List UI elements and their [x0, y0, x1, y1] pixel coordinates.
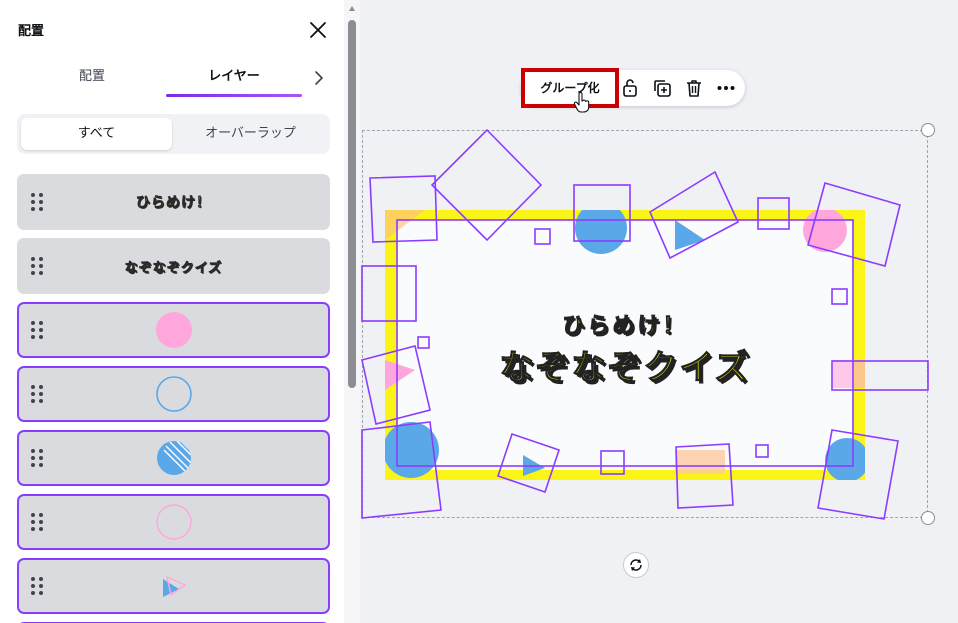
patterned-circle-icon: [156, 441, 191, 475]
layer-text-preview: なぞなぞクイズ: [124, 260, 223, 276]
panel-tabs: 配置 レイヤー: [18, 62, 338, 98]
rotate-handle[interactable]: [623, 552, 649, 578]
layer-item[interactable]: ひらめけ！: [17, 174, 330, 230]
drag-handle-icon[interactable]: [30, 384, 44, 404]
layer-item[interactable]: [17, 494, 330, 550]
drag-handle-icon[interactable]: [30, 192, 44, 212]
layer-thumbnail: [97, 500, 250, 544]
selection-toolbar: グループ化: [521, 68, 745, 108]
layer-item[interactable]: [17, 558, 330, 614]
layer-thumbnail: [97, 372, 250, 416]
design-canvas: ひらめけ！ なぞなぞクイズ: [385, 210, 865, 480]
panel-title: 配置: [18, 24, 45, 39]
duplicate-icon[interactable]: [652, 78, 672, 98]
layer-thumbnail: なぞなぞクイズ: [97, 244, 250, 288]
layer-item[interactable]: なぞなぞクイズ: [17, 238, 330, 294]
rotate-icon: [630, 559, 642, 571]
triangles-icon: [162, 575, 186, 597]
layer-thumbnail: [97, 308, 250, 352]
layer-filter: すべて オーバーラップ: [17, 114, 330, 154]
layer-thumbnail: ひらめけ！: [97, 180, 250, 224]
layer-item[interactable]: [17, 430, 330, 486]
trash-icon[interactable]: [684, 78, 704, 98]
drag-handle-icon[interactable]: [30, 320, 44, 340]
chevron-right-icon[interactable]: [310, 68, 328, 88]
blue-ring-icon: [155, 376, 192, 412]
resize-handle[interactable]: [921, 123, 935, 137]
more-icon[interactable]: [716, 78, 736, 98]
layer-item[interactable]: [17, 366, 330, 422]
resize-handle[interactable]: [921, 511, 935, 525]
filter-all[interactable]: すべて: [21, 118, 172, 150]
layer-item[interactable]: [17, 302, 330, 358]
group-button[interactable]: グループ化: [521, 68, 619, 108]
tab-layers[interactable]: レイヤー: [166, 62, 302, 96]
drag-handle-icon[interactable]: [30, 512, 44, 532]
close-icon[interactable]: [306, 18, 330, 42]
pink-ring-icon: [155, 504, 192, 540]
hand-cursor-icon: [573, 92, 591, 114]
active-tab-indicator: [166, 94, 302, 97]
drag-handle-icon[interactable]: [30, 448, 44, 468]
layer-panel: 配置 配置 レイヤー すべて オーバーラップ ひらめけ！ なぞなぞクイズ: [0, 0, 360, 623]
scrollbar-thumb[interactable]: [348, 20, 356, 388]
filter-overlap[interactable]: オーバーラップ: [175, 118, 326, 150]
design-title-line1: ひらめけ！: [562, 314, 688, 340]
lock-icon[interactable]: [620, 78, 640, 98]
drag-handle-icon[interactable]: [30, 256, 44, 276]
scroll-up-arrow-icon[interactable]: [348, 5, 356, 13]
pink-circle-icon: [155, 312, 192, 348]
layer-thumbnail: [97, 564, 250, 608]
drag-handle-icon[interactable]: [30, 576, 44, 596]
layer-thumbnail: [97, 436, 250, 480]
layer-text-preview: ひらめけ！: [136, 195, 211, 212]
design-title-line2: なぞなぞクイズ: [499, 347, 751, 388]
tab-arrange[interactable]: 配置: [18, 62, 166, 96]
